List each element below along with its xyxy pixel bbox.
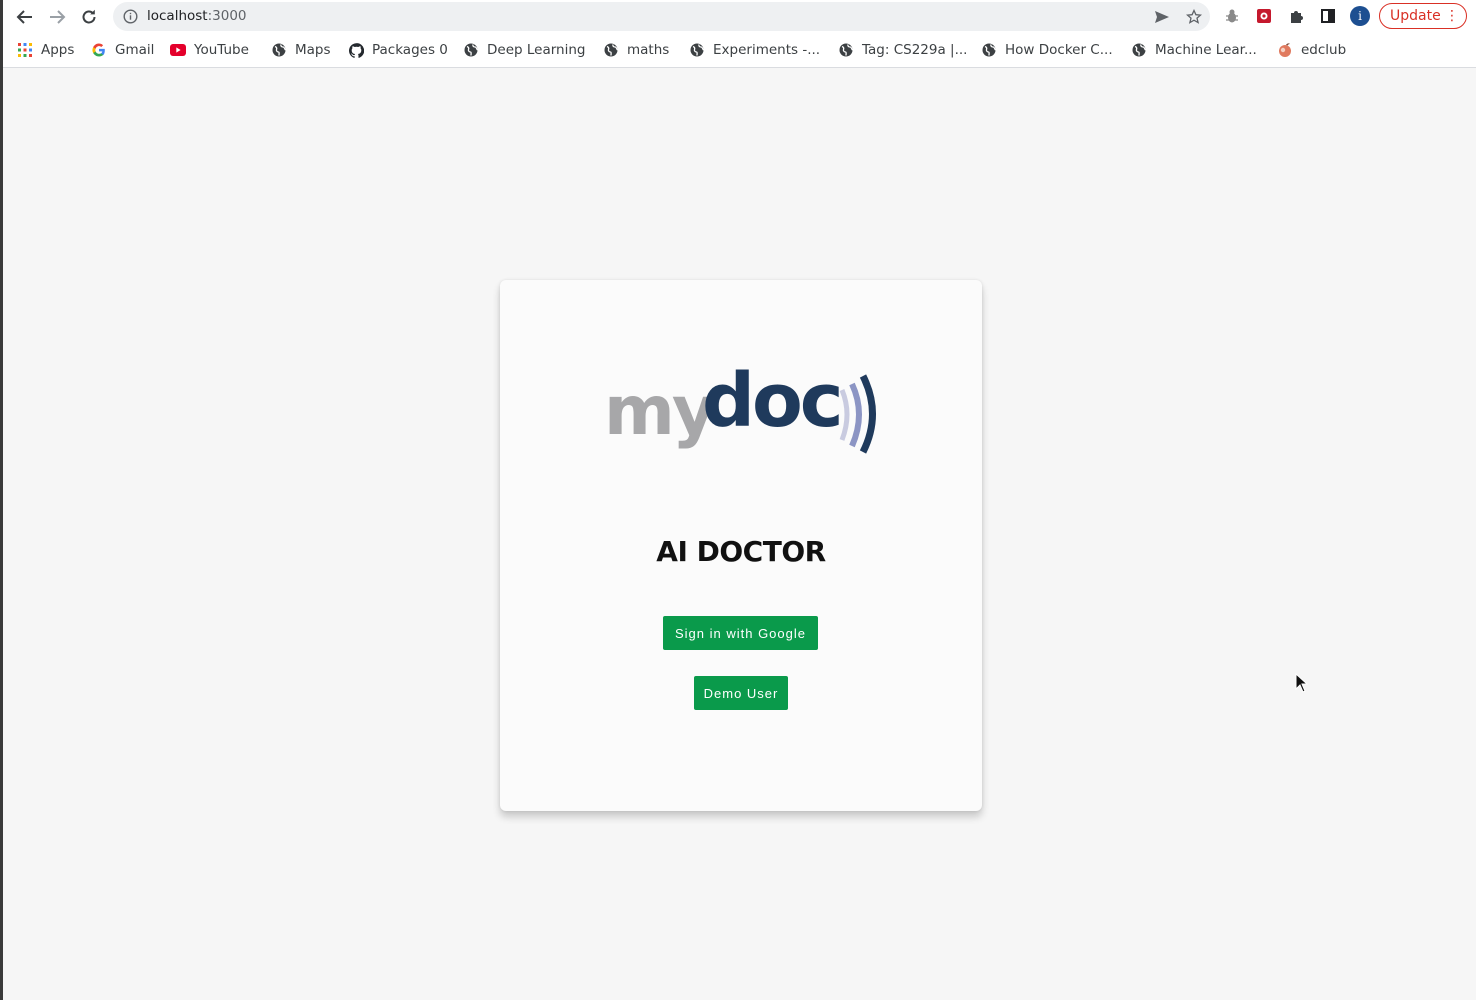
profile-avatar[interactable]: i — [1350, 6, 1370, 26]
forward-button[interactable] — [45, 5, 69, 29]
globe-icon — [838, 42, 854, 58]
bookmark-apps[interactable]: Apps — [17, 41, 74, 59]
edclub-icon — [1277, 42, 1293, 58]
bookmark-maths[interactable]: maths — [603, 41, 669, 59]
mouse-cursor-icon — [1295, 673, 1309, 693]
arrow-right-icon — [50, 10, 66, 24]
bookmark-label: Apps — [41, 42, 75, 58]
bookmark-label: Tag: CS229a |... — [862, 42, 968, 58]
bookmark-deep-learning[interactable]: Deep Learning — [463, 41, 585, 59]
bookmark-youtube[interactable]: YouTube — [170, 41, 249, 59]
demo-user-button[interactable]: Demo User — [694, 676, 788, 710]
bookmark-label: edclub — [1301, 42, 1347, 58]
bookmark-label: How Docker C... — [1005, 42, 1113, 58]
bookmark-edclub[interactable]: edclub — [1277, 41, 1346, 59]
globe-icon — [981, 42, 997, 58]
send-icon[interactable] — [1153, 8, 1171, 26]
url-text: localhost:3000 — [147, 8, 247, 24]
logo-wave-1 — [839, 389, 850, 441]
reload-icon — [82, 9, 96, 24]
login-card: my doc AI DOCTOR Sign in with Google Dem… — [500, 280, 982, 811]
update-button[interactable]: Update ⋮ — [1379, 3, 1467, 29]
logo-wave-3 — [859, 374, 876, 454]
bookmarks-bar: Apps Gmail YouTube Maps Packages 0 Deep … — [3, 34, 1476, 68]
globe-icon — [1131, 42, 1147, 58]
bookmark-gmail[interactable]: Gmail — [91, 41, 154, 59]
bookmark-label: Maps — [295, 42, 331, 58]
bookmark-label: Experiments -... — [713, 42, 821, 58]
globe-icon — [271, 42, 287, 58]
star-icon[interactable] — [1185, 8, 1203, 26]
bookmark-cs229a[interactable]: Tag: CS229a |... — [838, 41, 967, 59]
bookmark-label: Gmail — [115, 42, 155, 58]
url-host: localhost — [147, 8, 208, 24]
reload-button[interactable] — [77, 5, 101, 29]
bookmark-label: Deep Learning — [487, 42, 586, 58]
globe-icon — [689, 42, 705, 58]
menu-dots-icon: ⋮ — [1445, 8, 1459, 24]
update-label: Update — [1390, 8, 1441, 24]
url-port: :3000 — [207, 8, 247, 24]
bug-extension-icon[interactable] — [1222, 6, 1242, 26]
site-info-icon[interactable] — [123, 9, 138, 28]
window-edge — [0, 0, 3, 1000]
bookmark-label: Packages 0 — [372, 42, 448, 58]
logo-wave-2 — [849, 382, 862, 448]
bookmark-label: Machine Lear... — [1155, 42, 1257, 58]
globe-icon — [463, 42, 479, 58]
bookmark-how-docker[interactable]: How Docker C... — [981, 41, 1113, 59]
logo-text-my: my — [604, 372, 716, 451]
arrow-left-icon — [16, 10, 32, 24]
github-icon — [348, 42, 364, 58]
bookmark-label: YouTube — [194, 42, 249, 58]
logo-text-doc: doc — [702, 368, 841, 444]
back-button[interactable] — [13, 5, 37, 29]
google-icon — [91, 42, 107, 58]
browser-toolbar: localhost:3000 i Update ⋮ — [3, 0, 1476, 34]
side-panel-icon[interactable] — [1318, 6, 1338, 26]
youtube-icon — [170, 42, 186, 58]
bookmark-label: maths — [627, 42, 670, 58]
red-extension-icon[interactable] — [1254, 6, 1274, 26]
apps-grid-icon — [17, 42, 33, 58]
sign-in-google-button[interactable]: Sign in with Google — [663, 616, 818, 650]
bookmark-packages[interactable]: Packages 0 — [348, 41, 448, 59]
puzzle-extensions-icon[interactable] — [1286, 6, 1306, 26]
bookmark-maps[interactable]: Maps — [271, 41, 331, 59]
page-title: AI DOCTOR — [656, 535, 826, 568]
globe-icon — [603, 42, 619, 58]
mydoc-logo: my doc — [604, 368, 876, 454]
address-bar[interactable]: localhost:3000 — [113, 2, 1210, 31]
bookmark-experiments[interactable]: Experiments -... — [689, 41, 820, 59]
bookmark-machine-learning[interactable]: Machine Lear... — [1131, 41, 1257, 59]
